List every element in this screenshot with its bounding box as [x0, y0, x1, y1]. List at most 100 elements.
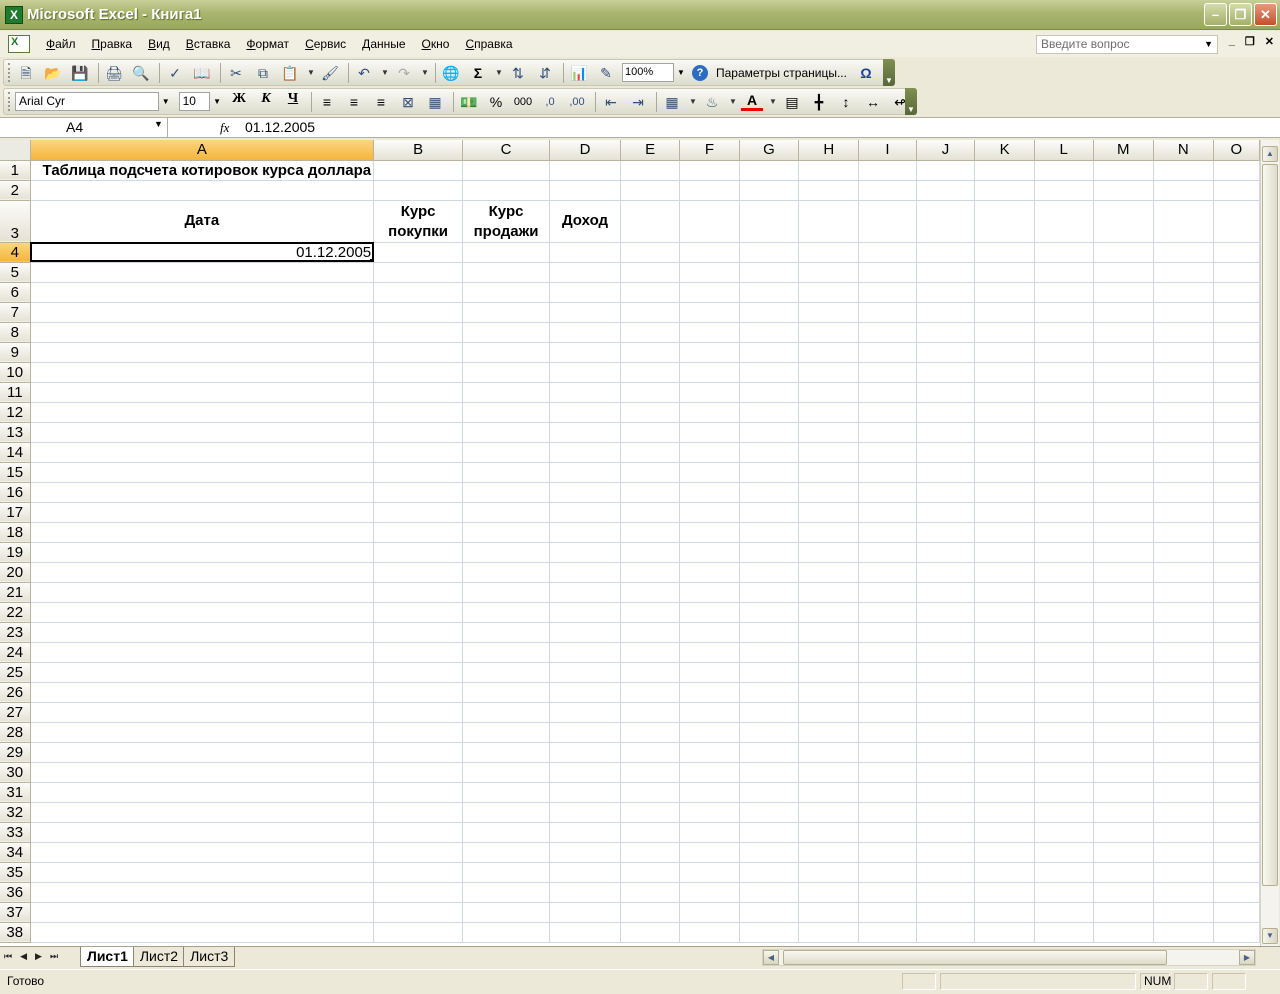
cell-h32[interactable] [798, 802, 860, 823]
cell-l6[interactable] [1034, 282, 1094, 303]
column-width-icon[interactable]: ↔ [862, 91, 884, 113]
cell-g29[interactable] [739, 742, 800, 763]
row-header-31[interactable]: 31 [0, 782, 31, 803]
column-header-f[interactable]: F [679, 140, 740, 161]
cell-l26[interactable] [1034, 682, 1094, 703]
cell-g19[interactable] [739, 542, 800, 563]
chart-wizard-icon[interactable]: 📊 [568, 62, 590, 84]
row-header-15[interactable]: 15 [0, 462, 31, 483]
cell-i21[interactable] [858, 582, 917, 603]
bold-button[interactable]: Ж [228, 91, 250, 113]
row-header-22[interactable]: 22 [0, 602, 31, 623]
comma-style-button[interactable]: 000 [512, 91, 534, 113]
cell-j1[interactable] [916, 160, 976, 181]
cell-j9[interactable] [916, 342, 976, 363]
cell-m25[interactable] [1093, 662, 1154, 683]
cell-l24[interactable] [1034, 642, 1094, 663]
cell-o15[interactable] [1213, 462, 1260, 483]
cell-e24[interactable] [620, 642, 681, 663]
cell-h34[interactable] [798, 842, 860, 863]
cell-f6[interactable] [679, 282, 740, 303]
cell-l37[interactable] [1034, 902, 1094, 923]
cell-e38[interactable] [620, 922, 681, 943]
cell-f17[interactable] [679, 502, 740, 523]
cell-f21[interactable] [679, 582, 740, 603]
cell-h18[interactable] [798, 522, 860, 543]
column-header-i[interactable]: I [858, 140, 917, 161]
cell-f23[interactable] [679, 622, 740, 643]
cell-m20[interactable] [1093, 562, 1154, 583]
cell-j38[interactable] [916, 922, 976, 943]
cell-l27[interactable] [1034, 702, 1094, 723]
cell-m37[interactable] [1093, 902, 1154, 923]
last-sheet-icon[interactable]: ⏭ [50, 951, 58, 962]
cell-a23[interactable] [30, 622, 375, 643]
cell-l10[interactable] [1034, 362, 1094, 383]
cell-f1[interactable] [679, 160, 740, 181]
cell-g37[interactable] [739, 902, 800, 923]
cell-k17[interactable] [974, 502, 1035, 523]
cell-b4[interactable] [373, 242, 464, 263]
cell-f30[interactable] [679, 762, 740, 783]
cell-m21[interactable] [1093, 582, 1154, 603]
cell-h5[interactable] [798, 262, 860, 283]
cell-e6[interactable] [620, 282, 681, 303]
cell-n29[interactable] [1153, 742, 1214, 763]
cell-i34[interactable] [858, 842, 917, 863]
cell-j14[interactable] [916, 442, 976, 463]
cell-g35[interactable] [739, 862, 800, 883]
fill-color-icon[interactable]: ♨ [701, 91, 723, 113]
cell-n9[interactable] [1153, 342, 1214, 363]
format-cells-icon[interactable]: ▦ [424, 91, 446, 113]
cell-g28[interactable] [739, 722, 800, 743]
cell-h20[interactable] [798, 562, 860, 583]
cell-a10[interactable] [30, 362, 375, 383]
cell-g3[interactable] [739, 200, 800, 243]
cell-j18[interactable] [916, 522, 976, 543]
cell-a36[interactable] [30, 882, 375, 903]
cell-m29[interactable] [1093, 742, 1154, 763]
open-folder-icon[interactable]: 📂 [42, 62, 64, 84]
row-header-12[interactable]: 12 [0, 402, 31, 423]
cell-a25[interactable] [30, 662, 375, 683]
cell-d13[interactable] [549, 422, 621, 443]
cell-c36[interactable] [462, 882, 551, 903]
cell-i32[interactable] [858, 802, 917, 823]
cell-o26[interactable] [1213, 682, 1260, 703]
insert-column-icon[interactable]: ╋ [808, 91, 830, 113]
cell-j32[interactable] [916, 802, 976, 823]
cell-e1[interactable] [620, 160, 681, 181]
cell-h35[interactable] [798, 862, 860, 883]
cell-f37[interactable] [679, 902, 740, 923]
cell-a18[interactable] [30, 522, 375, 543]
menu-data[interactable]: Данные [354, 37, 413, 51]
borders-icon[interactable]: ▦ [661, 91, 683, 113]
cell-e31[interactable] [620, 782, 681, 803]
cell-d9[interactable] [549, 342, 621, 363]
row-header-33[interactable]: 33 [0, 822, 31, 843]
cell-m1[interactable] [1093, 160, 1154, 181]
cell-i37[interactable] [858, 902, 917, 923]
cell-i16[interactable] [858, 482, 917, 503]
scroll-right-icon[interactable]: ▶ [1239, 950, 1255, 965]
cell-o24[interactable] [1213, 642, 1260, 663]
insert-row-icon[interactable]: ▤ [781, 91, 803, 113]
cell-d1[interactable] [549, 160, 621, 181]
cell-e23[interactable] [620, 622, 681, 643]
column-header-c[interactable]: C [462, 140, 551, 161]
cell-b15[interactable] [373, 462, 464, 483]
cell-e8[interactable] [620, 322, 681, 343]
cell-a9[interactable] [30, 342, 375, 363]
cell-n14[interactable] [1153, 442, 1214, 463]
cell-c10[interactable] [462, 362, 551, 383]
cell-e18[interactable] [620, 522, 681, 543]
header-cell-income[interactable]: Доход [549, 200, 621, 243]
cell-d19[interactable] [549, 542, 621, 563]
cell-m5[interactable] [1093, 262, 1154, 283]
cell-l25[interactable] [1034, 662, 1094, 683]
menu-file[interactable]: Файл [38, 37, 84, 51]
cell-d25[interactable] [549, 662, 621, 683]
close-button[interactable]: ✕ [1254, 3, 1277, 26]
cell-k9[interactable] [974, 342, 1035, 363]
cell-j12[interactable] [916, 402, 976, 423]
